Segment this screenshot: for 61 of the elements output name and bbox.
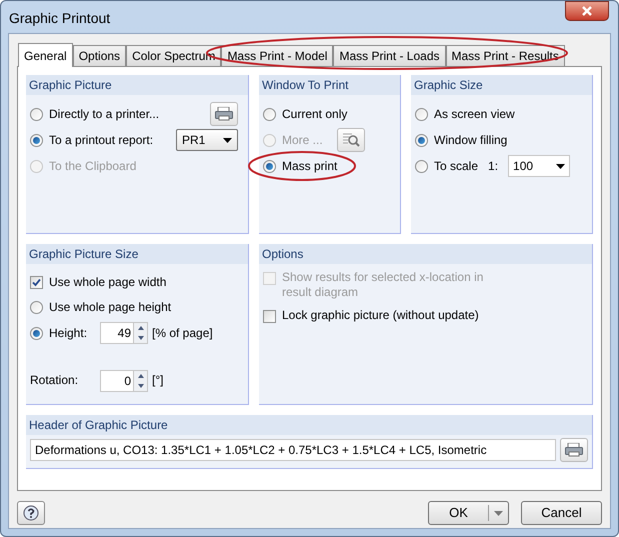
rotation-label: Rotation:: [30, 372, 80, 389]
window-title: Graphic Printout: [9, 8, 110, 28]
spin-field[interactable]: 0: [100, 370, 148, 392]
group-title: Graphic Picture Size: [29, 246, 138, 263]
radio-button[interactable]: [263, 160, 276, 172]
printer-button[interactable]: [210, 102, 238, 126]
tab[interactable]: Mass Print - Loads: [333, 45, 446, 66]
tab[interactable]: Color Spectrum: [126, 45, 222, 66]
radio-label: To a printout report:: [49, 132, 154, 149]
spin-field[interactable]: 49: [100, 322, 148, 344]
ok-button[interactable]: OK: [428, 501, 509, 525]
tab[interactable]: General: [18, 43, 73, 67]
unit-label: [°]: [152, 372, 164, 389]
header-field[interactable]: Deformations u, CO13: 1.35*LC1 + 1.05*LC2 + 0.75*LC3 + 1.5*LC4 + LC5, Isometric: [30, 439, 556, 461]
radio-button[interactable]: [415, 134, 428, 146]
caret-icon: [556, 164, 566, 168]
radio-label: To scale: [434, 158, 478, 175]
radio-label: As screen view: [434, 106, 515, 123]
printer-icon: [565, 443, 583, 457]
tab[interactable]: Options: [72, 45, 126, 66]
radio-label: Use whole page height: [49, 299, 172, 316]
radio-label: More ...: [282, 132, 323, 149]
close-button[interactable]: [565, 1, 609, 21]
scale-label: 1:: [488, 158, 498, 175]
radio-button[interactable]: [415, 160, 428, 172]
radio-button[interactable]: [30, 134, 43, 146]
unit-label: [% of page]: [152, 325, 213, 342]
checkbox[interactable]: [30, 276, 43, 288]
report-select[interactable]: PR1: [176, 129, 238, 151]
radio-button[interactable]: [263, 108, 276, 120]
group-title: Header of Graphic Picture: [29, 417, 168, 434]
close-icon: [581, 6, 593, 16]
caret-icon: [494, 510, 503, 516]
tab[interactable]: Mass Print - Model: [221, 45, 334, 66]
checkbox-label: Lock graphic picture (without update): [282, 308, 480, 323]
cancel-button[interactable]: Cancel: [521, 501, 602, 525]
group-title: Window To Print: [262, 77, 348, 94]
magnifier-icon: [342, 132, 360, 148]
scale-select[interactable]: 100: [508, 155, 570, 177]
radio-button[interactable]: [30, 108, 43, 120]
radio-button[interactable]: [415, 108, 428, 120]
group-title: Graphic Picture: [29, 77, 112, 94]
preview-button[interactable]: [336, 128, 365, 152]
group-title: Graphic Size: [414, 77, 483, 94]
radio-label: To the Clipboard: [49, 158, 136, 175]
help-icon: [23, 505, 39, 521]
radio-label: Directly to a printer...: [49, 106, 160, 123]
radio-button[interactable]: [30, 300, 43, 314]
printer-icon: [215, 107, 233, 121]
checkbox-label: Show results for selected x-location in result diagram: [282, 270, 484, 300]
group-title: Options: [262, 246, 304, 263]
checkbox-label: Use whole page width: [49, 274, 166, 291]
help-button[interactable]: [17, 501, 45, 525]
radio-label: Window filling: [434, 132, 508, 149]
radio-label: Current only: [282, 106, 348, 123]
radio-label: Mass print: [282, 158, 338, 175]
radio-button[interactable]: [30, 326, 43, 340]
caret-icon: [223, 138, 232, 142]
checkbox[interactable]: [263, 310, 276, 323]
printer-button[interactable]: [560, 438, 588, 462]
radio-label: Height:: [49, 325, 88, 342]
